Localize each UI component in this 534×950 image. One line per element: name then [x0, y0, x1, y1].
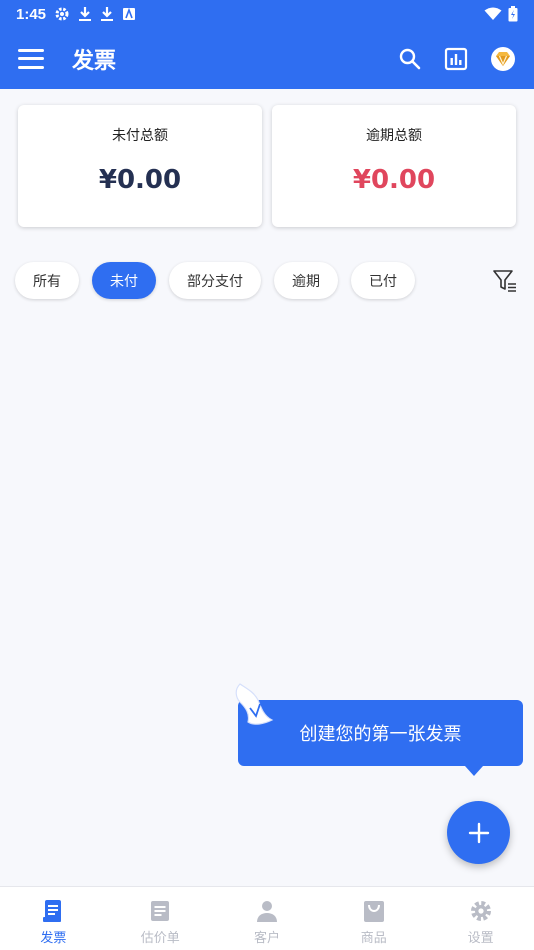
- unpaid-total-amount: ¥0.00: [98, 165, 182, 195]
- nav-items[interactable]: 商品: [320, 887, 427, 950]
- nav-settings-label: 设置: [467, 931, 494, 946]
- app-status-icon: [123, 7, 136, 20]
- tooltip-tail: [465, 766, 483, 776]
- summary-cards: 未付总额 ¥0.00 逾期总额 ¥0.00: [18, 105, 516, 227]
- download-status-icon: [79, 7, 92, 21]
- settings-status-icon: [55, 7, 69, 21]
- filter-chip-all[interactable]: 所有: [15, 262, 79, 299]
- status-bar: 1:45: [0, 0, 534, 28]
- battery-icon: [508, 6, 518, 22]
- person-icon: [256, 901, 277, 922]
- nav-invoices[interactable]: 发票: [0, 887, 107, 950]
- tooltip-text: 创建您的第一张发票: [299, 724, 462, 745]
- filter-chip-paid[interactable]: 已付: [351, 262, 415, 299]
- overdue-total-amount: ¥0.00: [352, 165, 436, 195]
- nav-clients[interactable]: 客户: [214, 887, 321, 950]
- status-time: 1:45: [16, 5, 47, 23]
- overdue-total-card: 逾期总额 ¥0.00: [272, 105, 516, 227]
- status-filter-chips: 所有 未付 部分支付 逾期 已付: [15, 262, 415, 299]
- nav-clients-label: 客户: [253, 931, 280, 946]
- wifi-icon: [484, 7, 502, 20]
- estimate-icon: [151, 901, 170, 921]
- bag-icon: [363, 901, 384, 922]
- hint-arrow-icon: [235, 683, 274, 725]
- filter-sort-icon[interactable]: [492, 268, 518, 294]
- search-icon[interactable]: [398, 47, 422, 71]
- overdue-total-label: 逾期总额: [366, 128, 422, 144]
- app-bar: 发票: [0, 28, 534, 89]
- nav-estimates[interactable]: 估价单: [107, 887, 214, 950]
- nav-settings[interactable]: 设置: [427, 887, 534, 950]
- unpaid-total-label: 未付总额: [112, 128, 168, 144]
- premium-diamond-icon[interactable]: [490, 46, 516, 72]
- nav-items-label: 商品: [360, 931, 387, 946]
- menu-icon[interactable]: [18, 48, 44, 69]
- report-chart-icon[interactable]: [444, 47, 468, 71]
- download-status-icon-2: [101, 7, 114, 21]
- unpaid-total-card: 未付总额 ¥0.00: [18, 105, 262, 227]
- bottom-navigation: 发票 估价单 客户 商品 设置: [0, 886, 534, 950]
- page-title: 发票: [72, 48, 117, 74]
- create-invoice-tooltip: 创建您的第一张发票: [238, 700, 523, 776]
- gear-icon: [470, 901, 491, 921]
- plus-icon: [468, 822, 489, 843]
- nav-estimates-label: 估价单: [140, 931, 180, 946]
- filter-chip-partial[interactable]: 部分支付: [169, 262, 261, 299]
- filter-chip-unpaid[interactable]: 未付: [92, 262, 156, 299]
- add-invoice-button[interactable]: [447, 801, 510, 864]
- nav-invoices-label: 发票: [40, 931, 67, 946]
- filter-chip-overdue[interactable]: 逾期: [274, 262, 338, 299]
- invoice-icon: [43, 900, 62, 922]
